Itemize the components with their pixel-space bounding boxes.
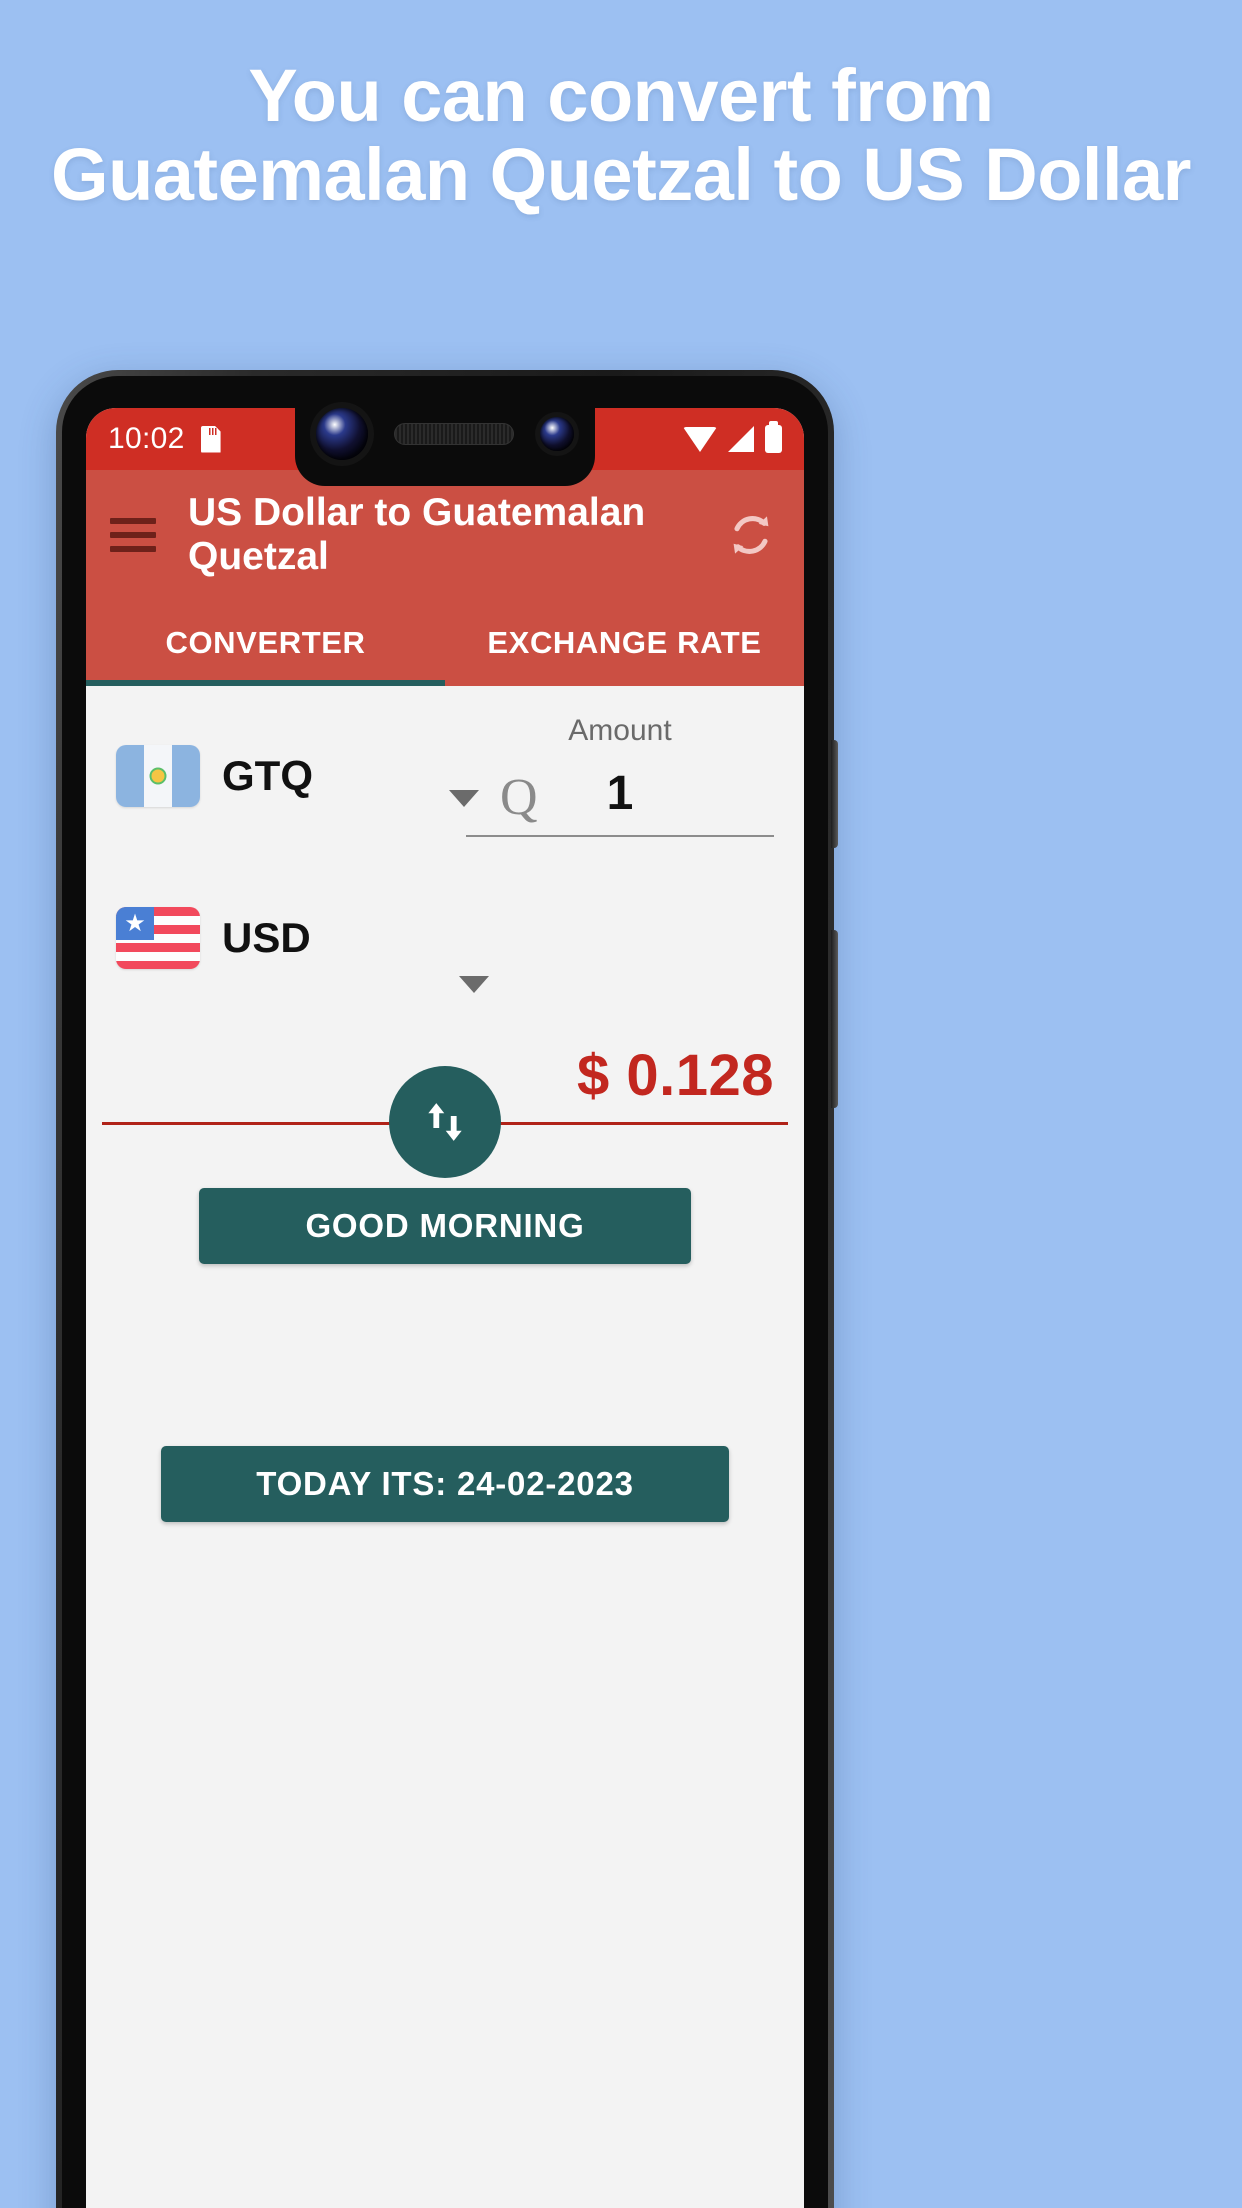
today-date-button[interactable]: TODAY ITS: 24-02-2023	[161, 1446, 729, 1522]
refresh-icon[interactable]	[722, 506, 780, 564]
status-bar-left: 10:02	[108, 422, 221, 456]
phone-power-button[interactable]	[831, 740, 838, 848]
guatemala-flag-icon	[116, 745, 200, 807]
phone-screen: 10:02 US Dollar to Guatemalan Quetzal CO…	[86, 408, 804, 2208]
tab-converter[interactable]: CONVERTER	[86, 600, 445, 686]
from-currency-code[interactable]: GTQ	[222, 752, 313, 800]
earpiece-speaker-icon	[394, 423, 514, 445]
sdcard-icon	[200, 425, 221, 453]
swap-currencies-button[interactable]	[389, 1066, 501, 1178]
from-currency-row: GTQ Q Amount 1	[86, 686, 804, 854]
amount-input[interactable]: 1	[466, 766, 774, 837]
battery-icon	[765, 421, 782, 453]
signal-icon	[728, 426, 754, 452]
amount-input-group: Amount 1	[466, 714, 774, 837]
hamburger-menu-icon[interactable]	[110, 518, 156, 552]
status-bar-clock: 10:02	[108, 422, 185, 455]
app-bar-title: US Dollar to Guatemalan Quetzal	[188, 491, 646, 578]
to-currency-chevron-down-icon[interactable]	[459, 976, 489, 993]
tab-exchange-rate[interactable]: EXCHANGE RATE	[445, 600, 804, 686]
phone-notch	[295, 382, 595, 486]
swap-divider-area	[86, 1064, 804, 1184]
to-currency-row: ★ USD $ 0.128	[86, 854, 804, 1108]
to-currency-code[interactable]: USD	[222, 914, 311, 962]
usa-flag-icon: ★	[116, 907, 200, 969]
greeting-button[interactable]: GOOD MORNING	[199, 1188, 691, 1264]
status-bar-right	[683, 421, 782, 453]
app-bar: US Dollar to Guatemalan Quetzal	[86, 470, 804, 600]
swap-vertical-arrows-icon	[428, 1103, 462, 1141]
promo-headline: You can convert from Guatemalan Quetzal …	[51, 54, 1191, 217]
front-camera-main-icon	[316, 408, 368, 460]
phone-volume-button[interactable]	[831, 930, 838, 1108]
phone-bezel: 10:02 US Dollar to Guatemalan Quetzal CO…	[62, 376, 828, 2208]
wifi-icon	[683, 426, 717, 452]
front-camera-secondary-icon	[540, 417, 574, 451]
phone-device-frame: 10:02 US Dollar to Guatemalan Quetzal CO…	[56, 370, 838, 2208]
converter-panel: GTQ Q Amount 1 ★ USD $ 0.128 GOOD MORNIN…	[86, 686, 804, 2208]
amount-label: Amount	[568, 714, 672, 747]
tab-bar: CONVERTER EXCHANGE RATE	[86, 600, 804, 686]
